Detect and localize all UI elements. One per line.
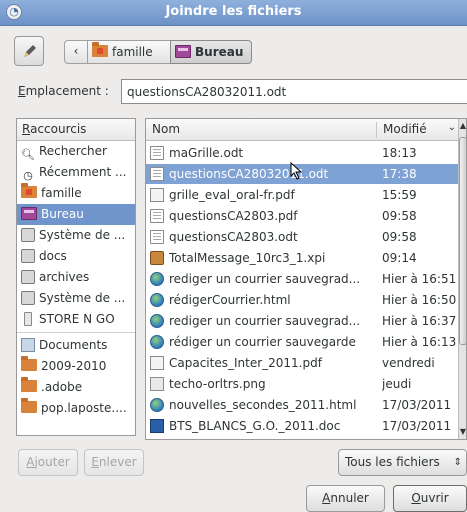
sort-down-icon: ⌄: [447, 122, 456, 133]
sidebar-item-store-n-go[interactable]: STORE N GO: [17, 309, 135, 330]
file-list-header: Nom Modifié ⌄: [146, 119, 458, 141]
file-row[interactable]: maGrille.odt 18:13: [146, 143, 458, 163]
window-title: Joindre les fichiers: [165, 4, 302, 19]
drive-icon: [21, 291, 35, 305]
sidebar-item-docs[interactable]: docs: [17, 246, 135, 267]
document-icon: [150, 146, 164, 160]
file-row[interactable]: rédiger un courrier sauvegarde Hier à 16:…: [146, 332, 458, 352]
file-row[interactable]: rediger un courrier sauvegrad... Hier à 1…: [146, 269, 458, 289]
globe-icon: [150, 272, 164, 286]
document-icon: [150, 167, 164, 181]
sidebar-item-bureau[interactable]: Bureau: [17, 204, 135, 225]
updown-arrows-icon: ⇕: [453, 457, 462, 468]
sidebar-separator: [17, 332, 135, 333]
search-icon: 🔍︎: [21, 148, 35, 161]
drive-icon: [21, 270, 35, 284]
path-segment-bureau[interactable]: Bureau: [170, 40, 252, 64]
folder-icon: [21, 398, 37, 413]
cancel-button[interactable]: Annuler: [306, 485, 385, 512]
file-type-filter-select[interactable]: Tous les fichiers ⇕: [338, 449, 467, 476]
file-row[interactable]: TotalMessage_10rc3_1.xpi 09:14: [146, 248, 458, 268]
column-modified-header[interactable]: Modifié ⌄: [376, 122, 458, 138]
documents-folder-icon: [21, 338, 35, 352]
sidebar-item-2009-2010[interactable]: 2009-2010: [17, 356, 135, 377]
mouse-pointer-icon: [290, 162, 303, 180]
file-row[interactable]: questionsCA2803.pdf 09:58: [146, 206, 458, 226]
path-bar: ‹ famille Bureau: [14, 36, 467, 68]
drive-icon: [21, 228, 35, 242]
sidebar-item-archives[interactable]: archives: [17, 267, 135, 288]
scroll-down-icon[interactable]: ▼: [459, 425, 466, 439]
usb-drive-icon: [24, 312, 32, 326]
location-label: Emplacement :: [18, 84, 109, 98]
file-row[interactable]: BTS_BLANCS_G.O._2011.doc 17/03/2011: [146, 416, 458, 436]
file-list-scrollbar[interactable]: ▲ ▼: [458, 119, 466, 439]
sidebar-item-pop-laposte[interactable]: pop.laposte....: [17, 398, 135, 419]
file-row[interactable]: techo-orltrs.png jeudi: [146, 374, 458, 394]
sidebar-item-recent[interactable]: ◷ Récemment ...: [17, 162, 135, 183]
places-header[interactable]: Raccourcis: [17, 119, 135, 141]
add-bookmark-button[interactable]: Ajouter: [18, 449, 78, 476]
document-icon: [150, 230, 164, 244]
file-row[interactable]: rediger un courrier sauvegrad... Hier à 1…: [146, 311, 458, 331]
pdf-icon: [150, 356, 164, 370]
sidebar-item-adobe[interactable]: .adobe: [17, 377, 135, 398]
file-row[interactable]: grille_eval_oral-fr.pdf 15:59: [146, 185, 458, 205]
file-row[interactable]: questionsCA2803.odt 09:58: [146, 227, 458, 247]
type-location-button[interactable]: [14, 36, 44, 66]
file-list: Nom Modifié ⌄ maGrille.odt 18:13 questions…: [145, 118, 467, 440]
globe-icon: [150, 335, 164, 349]
word-document-icon: [150, 419, 164, 433]
title-bar[interactable]: ◔ Joindre les fichiers: [0, 0, 467, 26]
sidebar-item-search[interactable]: 🔍︎ Rechercher: [17, 141, 135, 162]
scrollbar-thumb[interactable]: [459, 137, 466, 345]
file-row[interactable]: Capacites_Inter_2011.pdf vendredi: [146, 353, 458, 373]
drive-icon: [21, 249, 35, 263]
pencil-icon: [24, 45, 36, 57]
folder-icon: [21, 356, 37, 371]
path-segment-label: Bureau: [195, 45, 244, 59]
places-sidebar: Raccourcis 🔍︎ Rechercher ◷ Récemment ... f…: [16, 118, 136, 436]
desktop-icon: [21, 207, 37, 220]
remove-bookmark-button[interactable]: Enlever: [84, 449, 144, 476]
location-row: Emplacement :: [18, 79, 467, 105]
path-segment-famille[interactable]: famille: [87, 40, 171, 64]
column-name-header[interactable]: Nom: [152, 122, 180, 136]
globe-icon: [150, 314, 164, 328]
image-icon: [150, 377, 164, 391]
file-row[interactable]: nouvelles_secondes_2011.html 17/03/2011: [146, 395, 458, 415]
globe-icon: [150, 293, 164, 307]
recent-icon: ◷: [23, 169, 33, 182]
sidebar-item-famille[interactable]: famille: [17, 183, 135, 204]
path-segment-label: famille: [112, 45, 153, 59]
path-back-button[interactable]: ‹: [64, 40, 88, 64]
home-folder-icon: [21, 183, 37, 198]
document-icon: [150, 209, 164, 223]
folder-icon: [21, 377, 37, 392]
file-row[interactable]: rédigerCourrier.html Hier à 16:50: [146, 290, 458, 310]
sidebar-item-documents[interactable]: Documents: [17, 335, 135, 356]
location-input[interactable]: [121, 79, 467, 104]
home-folder-icon: [92, 42, 108, 57]
pdf-icon: [150, 188, 164, 202]
desktop-icon: [175, 45, 191, 58]
sidebar-item-filesystem-2[interactable]: Système de ...: [17, 288, 135, 309]
package-icon: [150, 251, 164, 265]
sidebar-item-filesystem-1[interactable]: Système de ...: [17, 225, 135, 246]
globe-icon: [150, 398, 164, 412]
scroll-up-icon[interactable]: ▲: [459, 119, 466, 133]
open-button[interactable]: Ouvrir: [393, 485, 467, 512]
